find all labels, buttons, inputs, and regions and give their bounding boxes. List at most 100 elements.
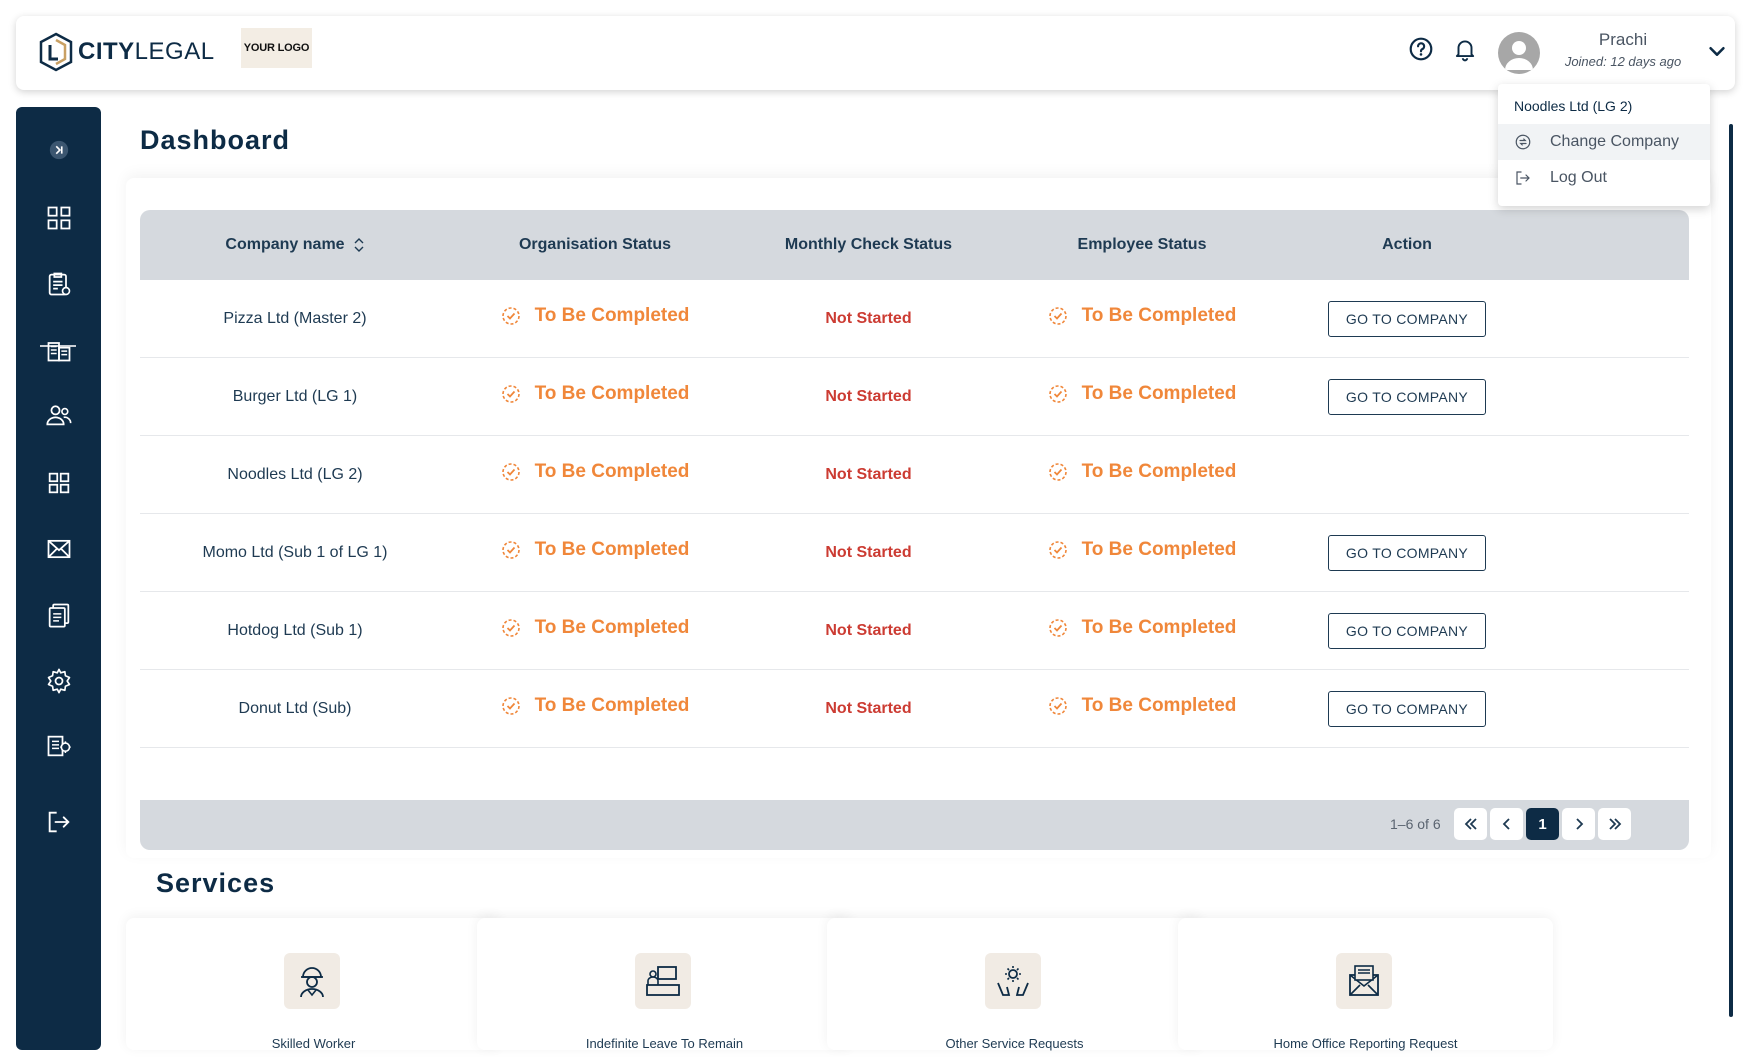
pending-status-icon (1048, 463, 1067, 481)
organisation-status-text: To Be Completed (534, 617, 690, 638)
monthly-check-status-cell: Not Started (825, 310, 912, 327)
organisation-status-cell: To Be Completed (450, 592, 740, 670)
monthly-check-status-cell: Not Started (825, 700, 912, 717)
first-page-button[interactable] (1454, 808, 1487, 840)
service-label: Skilled Worker (271, 1036, 356, 1051)
log-out-label: Log Out (1550, 169, 1607, 186)
service-card-indefinite-leave[interactable]: Indefinite Leave To Remain (477, 918, 852, 1051)
pending-status-icon (1048, 307, 1067, 325)
company-name-cell: Noodles Ltd (LG 2) (227, 466, 363, 483)
organisation-status-cell: To Be Completed (450, 280, 740, 358)
log-out-menu-item[interactable]: Log Out (1498, 160, 1710, 196)
user-dropdown-menu: Noodles Ltd (LG 2) Change Company Log Ou… (1498, 84, 1710, 206)
company-name-cell: Burger Ltd (LG 1) (232, 388, 358, 405)
table-row: Donut Ltd (Sub) To Be Completed Not Starte… (140, 670, 1689, 748)
logout-icon[interactable] (44, 807, 74, 837)
brand-name: CITYLEGAL (78, 38, 215, 65)
dashboard-icon[interactable] (44, 203, 74, 233)
column-header-company[interactable]: Company name (140, 210, 450, 280)
column-header-employee-status: Employee Status (1077, 236, 1207, 253)
settings-icon[interactable] (44, 666, 74, 696)
sidebar (16, 107, 101, 1050)
organisation-status-text: To Be Completed (534, 695, 690, 716)
monthly-check-status-cell: Not Started (825, 622, 912, 639)
grid-icon[interactable] (44, 468, 74, 498)
brand-logo[interactable]: CITYLEGAL (38, 28, 215, 76)
organisation-status-text: To Be Completed (534, 461, 690, 482)
action-cell: GO TO COMPANY (1287, 670, 1527, 748)
go-to-company-button[interactable]: GO TO COMPANY (1328, 613, 1486, 649)
employee-status-cell: To Be Completed (997, 358, 1287, 436)
organisation-status-cell: To Be Completed (450, 358, 740, 436)
services-title: Services (156, 868, 276, 898)
organisation-status-cell: To Be Completed (450, 514, 740, 592)
next-page-button[interactable] (1562, 808, 1595, 840)
employee-status-text: To Be Completed (1081, 305, 1237, 326)
desk-computer-icon (646, 966, 680, 996)
avatar[interactable] (1498, 32, 1540, 74)
double-chevron-right-icon (1608, 818, 1621, 830)
pending-status-icon (501, 463, 520, 481)
action-cell: GO TO COMPANY (1287, 514, 1527, 592)
column-header-organisation-status: Organisation Status (518, 236, 672, 253)
gear-hands-icon (997, 966, 1029, 996)
monthly-check-status-cell: Not Started (825, 388, 912, 405)
go-to-company-button[interactable]: GO TO COMPANY (1328, 535, 1486, 571)
employee-status-text: To Be Completed (1081, 461, 1237, 482)
employee-status-cell: To Be Completed (997, 280, 1287, 358)
monthly-check-status-cell: Not Started (825, 544, 912, 561)
page-scrollbar[interactable] (1729, 124, 1733, 1017)
table-row: Noodles Ltd (LG 2) To Be Completed Not Sta… (140, 436, 1689, 514)
logout-icon (1516, 171, 1530, 185)
page-title: Dashboard (140, 125, 291, 155)
prev-page-button[interactable] (1490, 808, 1523, 840)
expand-icon[interactable] (44, 135, 74, 165)
pending-status-icon (501, 619, 520, 637)
sort-icon[interactable] (353, 238, 365, 252)
service-card-skilled-worker[interactable]: Skilled Worker (126, 918, 501, 1051)
employee-status-cell: To Be Completed (997, 514, 1287, 592)
table-row: Pizza Ltd (Master 2) To Be Completed Not S… (140, 280, 1689, 358)
service-card-home-office-reporting[interactable]: Home Office Reporting Request (1178, 918, 1553, 1051)
employee-status-cell: To Be Completed (997, 670, 1287, 748)
pending-status-icon (501, 697, 520, 715)
chevron-down-icon[interactable] (1706, 40, 1728, 62)
last-page-button[interactable] (1598, 808, 1631, 840)
checklist-icon[interactable] (44, 269, 74, 299)
page-button-current[interactable]: 1 (1526, 808, 1559, 840)
go-to-company-button[interactable]: GO TO COMPANY (1328, 379, 1486, 415)
change-company-menu-item[interactable]: Change Company (1498, 124, 1710, 160)
pending-status-icon (501, 385, 520, 403)
companies-table: Company name Organisation Status Monthly… (126, 178, 1711, 858)
column-header-action: Action (1382, 236, 1432, 253)
employee-status-text: To Be Completed (1081, 539, 1237, 560)
help-circle-icon[interactable] (1408, 36, 1434, 62)
users-icon[interactable] (44, 400, 74, 430)
employee-status-cell: To Be Completed (997, 592, 1287, 670)
company-name-cell: Donut Ltd (Sub) (238, 700, 352, 717)
employee-status-cell: To Be Completed (997, 436, 1287, 514)
chevron-left-icon (1502, 818, 1510, 830)
go-to-company-button[interactable]: GO TO COMPANY (1328, 691, 1486, 727)
table-header: Company name Organisation Status Monthly… (140, 210, 1689, 280)
service-label: Other Service Requests (945, 1036, 1084, 1051)
service-label: Indefinite Leave To Remain (585, 1036, 744, 1051)
organisation-status-cell: To Be Completed (450, 670, 740, 748)
bell-icon[interactable] (1452, 36, 1478, 62)
user-name: Prachi (1598, 30, 1648, 49)
table-row: Hotdog Ltd (Sub 1) To Be Completed Not Sta… (140, 592, 1689, 670)
swap-circle-icon (1515, 134, 1531, 150)
documents-icon[interactable] (44, 600, 74, 630)
column-header-monthly-check-status: Monthly Check Status (784, 236, 953, 253)
company-name-cell: Momo Ltd (Sub 1 of LG 1) (202, 544, 388, 561)
employee-status-text: To Be Completed (1081, 617, 1237, 638)
mail-icon[interactable] (44, 534, 74, 564)
table-row: Burger Ltd (LG 1) To Be Completed Not Star… (140, 358, 1689, 436)
organisation-status-cell: To Be Completed (450, 436, 740, 514)
records-icon[interactable] (44, 731, 74, 761)
service-card-other-service-requests[interactable]: Other Service Requests (827, 918, 1202, 1051)
go-to-company-button[interactable]: GO TO COMPANY (1328, 301, 1486, 337)
organisation-status-text: To Be Completed (534, 539, 690, 560)
buildings-icon[interactable] (44, 335, 74, 365)
pending-status-icon (501, 541, 520, 559)
